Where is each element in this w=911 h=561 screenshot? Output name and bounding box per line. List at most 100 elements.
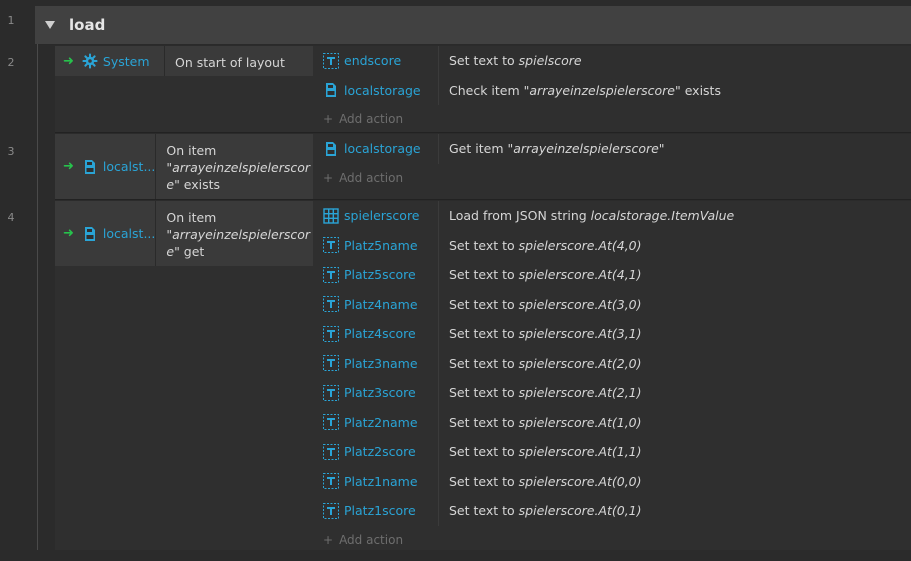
action-row[interactable]: Platz2name Set text to spielerscore.At(1,… <box>313 407 911 437</box>
action-text-part: spielerscore.At <box>518 296 612 312</box>
condition-object[interactable]: ➜ localst... <box>55 201 157 266</box>
action-row[interactable]: localstorage Check item "arrayeinzelspiel… <box>313 75 911 105</box>
action-object[interactable]: Platz3name <box>313 348 439 378</box>
action-text[interactable]: Set text to spielerscore.At(1,0) <box>439 415 642 430</box>
action-object-label: Platz2score <box>344 444 416 460</box>
condition-block[interactable]: ➜ localst... On item "arrayeinzelspieler… <box>55 134 313 199</box>
action-text[interactable]: Get item "arrayeinzelspielerscore" <box>439 141 665 156</box>
action-text-part: "arrayeinzelspielerscore" <box>507 141 665 157</box>
add-action-button[interactable]: + Add action <box>313 526 911 554</box>
action-text[interactable]: Set text to spielerscore.At(0,0) <box>439 474 642 489</box>
action-text[interactable]: Set text to spielerscore.At(4,1) <box>439 267 642 282</box>
action-text-part: localstorage.ItemValue <box>590 208 735 224</box>
condition-text[interactable]: On item "arrayeinzelspielerscor e" exist… <box>156 134 320 199</box>
condition-block[interactable]: ➜ System On start of layout <box>55 46 313 76</box>
text-icon <box>323 384 339 401</box>
action-object-label: localstorage <box>344 141 421 157</box>
action-object[interactable]: localstorage <box>313 75 439 105</box>
action-object[interactable]: Platz2name <box>313 407 439 437</box>
action-object[interactable]: endscore <box>313 46 439 76</box>
trigger-arrow-icon: ➜ <box>63 159 74 174</box>
line-number: 2 <box>7 56 15 69</box>
add-action-button[interactable]: + Add action <box>313 164 911 192</box>
action-text[interactable]: Check item "arrayeinzelspielerscore" exi… <box>439 83 721 98</box>
condition-block[interactable]: ➜ localst... On item "arrayeinzelspieler… <box>55 201 313 266</box>
action-object-label: Platz4name <box>344 296 418 312</box>
action-object[interactable]: Platz5name <box>313 230 439 260</box>
actions-column: localstorage Get item "arrayeinzelspieler… <box>313 134 911 192</box>
action-text-part: spielerscore.At <box>518 355 612 371</box>
action-text[interactable]: Set text to spielerscore.At(3,0) <box>439 297 642 312</box>
action-row[interactable]: Platz4name Set text to spielerscore.At(3,… <box>313 289 911 319</box>
action-text[interactable]: Set text to spielerscore.At(3,1) <box>439 326 642 341</box>
action-row[interactable]: Platz4score Set text to spielerscore.At(3… <box>313 319 911 349</box>
action-text-part: Set text to <box>449 296 519 312</box>
event-block[interactable]: ➜ localst... On item "arrayeinzelspieler… <box>55 201 911 550</box>
condition-object[interactable]: ➜ System <box>55 46 165 76</box>
action-object[interactable]: Platz5score <box>313 260 439 290</box>
action-text[interactable]: Set text to spielerscore.At(1,1) <box>439 444 642 459</box>
condition-text[interactable]: On item "arrayeinzelspielerscor e" get <box>156 201 320 266</box>
action-row[interactable]: Platz5score Set text to spielerscore.At(4… <box>313 260 911 290</box>
action-text-part: spielerscore.At <box>518 326 612 342</box>
action-text-part: Set text to <box>449 355 519 371</box>
action-row[interactable]: Platz3name Set text to spielerscore.At(2,… <box>313 348 911 378</box>
event-separator <box>55 132 911 133</box>
action-text-part: Set text to <box>449 237 519 253</box>
action-text[interactable]: Set text to spielerscore.At(0,1) <box>439 503 642 518</box>
action-text[interactable]: Set text to spielscore <box>439 53 582 68</box>
action-text-part: Check item <box>449 82 524 98</box>
action-row[interactable]: Platz3score Set text to spielerscore.At(2… <box>313 378 911 408</box>
action-object-label: localstorage <box>344 82 421 98</box>
action-object[interactable]: localstorage <box>313 134 439 164</box>
action-text[interactable]: Load from JSON string localstorage.ItemV… <box>439 208 734 223</box>
action-object[interactable]: Platz3score <box>313 378 439 408</box>
text-icon <box>323 473 339 490</box>
condition-text-part: e" <box>166 177 180 192</box>
action-row[interactable]: Platz5name Set text to spielerscore.At(4,… <box>313 230 911 260</box>
action-row[interactable]: spielerscore Load from JSON string locals… <box>313 201 911 231</box>
action-row[interactable]: Platz1name Set text to spielerscore.At(0,… <box>313 466 911 496</box>
line-number-gutter: 1 2 3 4 <box>0 0 34 561</box>
action-object[interactable]: Platz1name <box>313 466 439 496</box>
action-text-part: (1,0) <box>611 414 642 430</box>
action-row[interactable]: Platz2score Set text to spielerscore.At(1… <box>313 437 911 467</box>
event-block[interactable]: ➜ System On start of layout endscore Set … <box>55 46 911 132</box>
condition-text[interactable]: On start of layout <box>165 46 313 76</box>
action-object-label: Platz2name <box>344 414 418 430</box>
action-row[interactable]: endscore Set text to spielscore <box>313 46 911 76</box>
trigger-arrow-icon: ➜ <box>63 226 74 241</box>
action-text[interactable]: Set text to spielerscore.At(4,0) <box>439 238 642 253</box>
action-text-part: Set text to <box>449 444 519 460</box>
action-object[interactable]: Platz4score <box>313 319 439 349</box>
text-icon <box>323 502 339 519</box>
event-group-header[interactable]: load <box>35 6 911 45</box>
local-storage-icon <box>82 226 98 242</box>
group-title: load <box>69 16 106 34</box>
action-row[interactable]: Platz1score Set text to spielerscore.At(0… <box>313 496 911 526</box>
action-text-part: Set text to <box>449 414 519 430</box>
action-text[interactable]: Set text to spielerscore.At(2,0) <box>439 356 642 371</box>
action-object[interactable]: Platz2score <box>313 437 439 467</box>
action-object-label: Platz1score <box>344 503 416 519</box>
add-action-button[interactable]: + Add action <box>313 105 911 133</box>
action-text-part: spielerscore.At <box>518 267 612 283</box>
action-object[interactable]: spielerscore <box>313 201 439 231</box>
action-row[interactable]: localstorage Get item "arrayeinzelspieler… <box>313 134 911 164</box>
condition-object-label: System <box>102 53 150 69</box>
event-separator <box>55 199 911 200</box>
action-text[interactable]: Set text to spielerscore.At(2,1) <box>439 385 642 400</box>
condition-text-part: On item <box>166 143 217 158</box>
action-text-part: spielerscore.At <box>518 237 612 253</box>
condition-text-part: e" <box>166 244 180 259</box>
action-object-label: Platz1name <box>344 473 418 489</box>
action-text-part: (0,1) <box>611 503 642 519</box>
action-object[interactable]: Platz1score <box>313 496 439 526</box>
condition-object[interactable]: ➜ localst... <box>55 134 157 199</box>
action-object[interactable]: Platz4name <box>313 289 439 319</box>
condition-object-label: localst... <box>102 226 156 241</box>
action-text-part: Set text to <box>449 385 519 401</box>
event-block[interactable]: ➜ localst... On item "arrayeinzelspieler… <box>55 134 911 199</box>
collapse-triangle-icon[interactable] <box>45 21 55 29</box>
gear-icon <box>82 53 98 69</box>
